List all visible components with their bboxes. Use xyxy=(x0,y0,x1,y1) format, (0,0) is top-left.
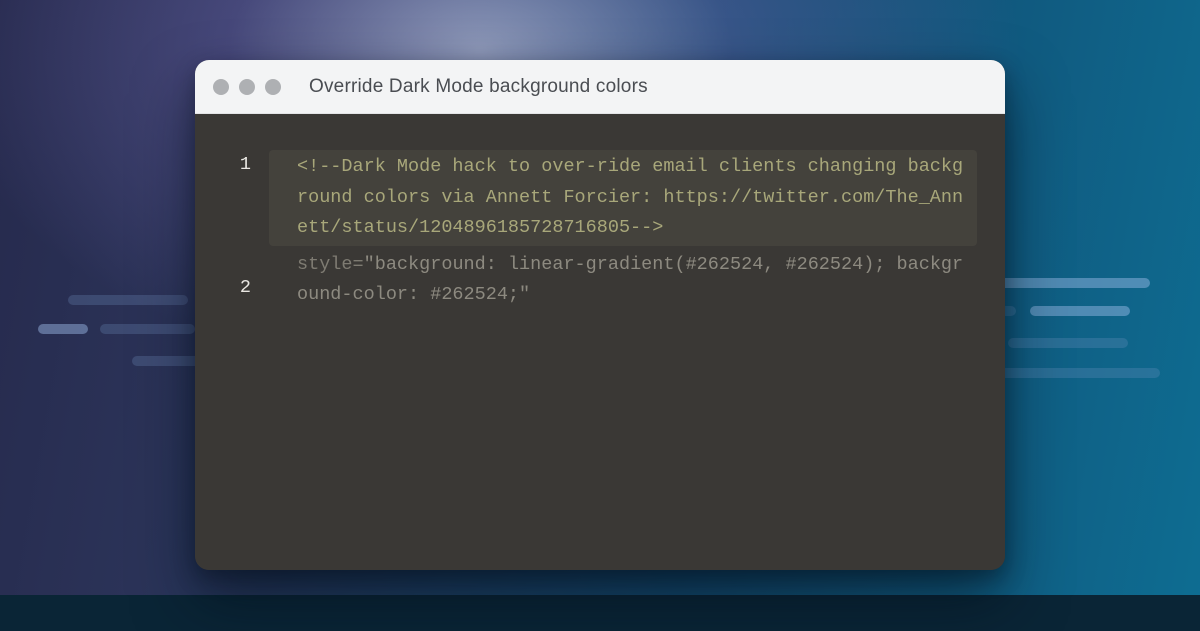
code-line-1: <!--Dark Mode hack to over-ride email cl… xyxy=(269,150,977,246)
close-icon[interactable] xyxy=(213,79,229,95)
decor-dash xyxy=(68,295,188,305)
zoom-icon[interactable] xyxy=(265,79,281,95)
decor-dash xyxy=(1008,338,1128,348)
minimize-icon[interactable] xyxy=(239,79,255,95)
code-keyword: style= xyxy=(297,254,364,275)
decor-dash xyxy=(38,324,88,334)
titlebar: Override Dark Mode background colors xyxy=(195,60,1005,114)
decor-dash xyxy=(132,356,202,366)
line-number: 1 xyxy=(209,150,251,181)
code-line-2: style="background: linear-gradient(#2625… xyxy=(269,250,977,311)
traffic-lights xyxy=(213,79,281,95)
decor-dash xyxy=(100,324,195,334)
decor-dash xyxy=(1000,278,1150,288)
window-title: Override Dark Mode background colors xyxy=(309,76,648,98)
decor-dash xyxy=(1030,306,1130,316)
line-number-gutter: 1 2 xyxy=(209,150,269,558)
line-number: 2 xyxy=(209,273,251,304)
ground-strip xyxy=(0,595,1200,631)
code-window: Override Dark Mode background colors 1 2… xyxy=(195,60,1005,570)
code-content: <!--Dark Mode hack to over-ride email cl… xyxy=(269,150,977,558)
code-string: "background: linear-gradient(#262524, #2… xyxy=(297,254,963,306)
decor-dash xyxy=(1000,368,1160,378)
code-editor[interactable]: 1 2 <!--Dark Mode hack to over-ride emai… xyxy=(195,114,1005,570)
